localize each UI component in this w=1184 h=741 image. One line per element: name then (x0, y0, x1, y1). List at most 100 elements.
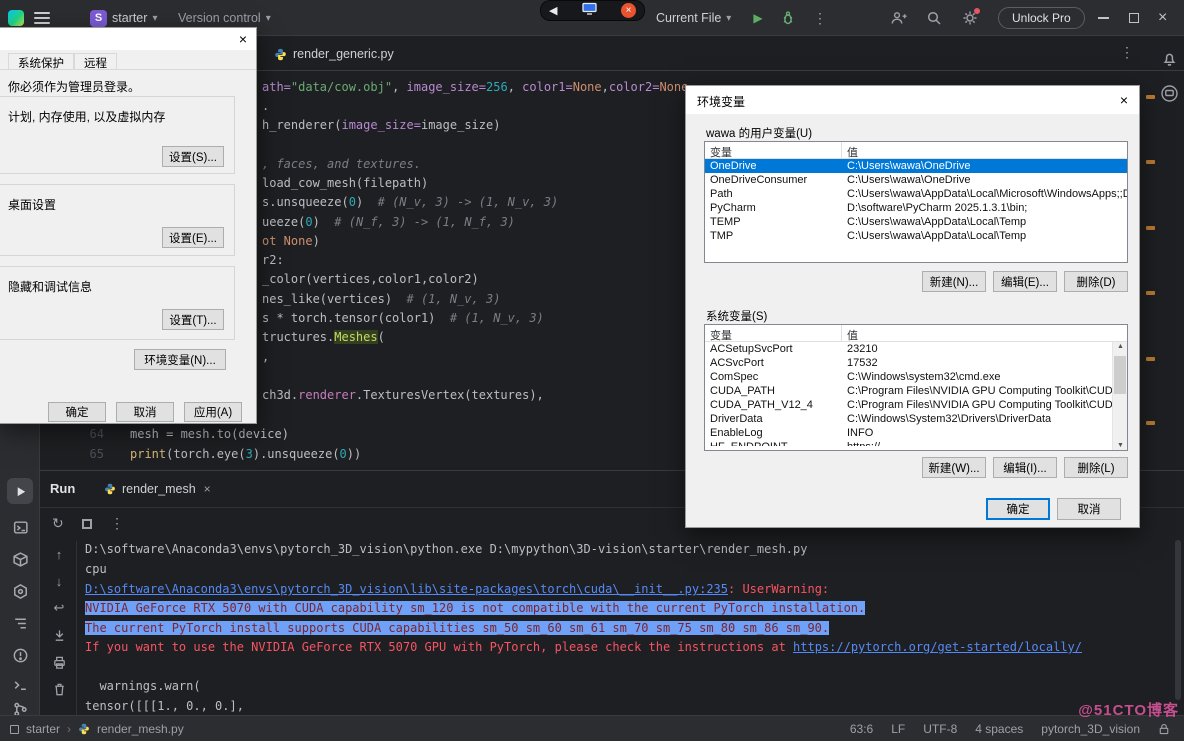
column-variable[interactable]: 变量 (705, 325, 842, 341)
tab-system-protection[interactable]: 系统保护 (8, 53, 74, 70)
run-tool-icon[interactable] (7, 478, 33, 504)
column-value[interactable]: 值 (842, 142, 1127, 158)
interpreter-widget[interactable]: pytorch_3D_vision (1041, 722, 1140, 736)
code-with-me-icon[interactable] (886, 7, 910, 29)
line-separator-widget[interactable]: LF (891, 722, 905, 736)
main-menu-icon[interactable] (34, 12, 50, 24)
env-var-name: TMP (705, 229, 842, 243)
console-line: If you want to use the NVIDIA GeForce RT… (85, 638, 1082, 658)
env-var-row[interactable]: DriverDataC:\Windows\System32\Drivers\Dr… (705, 412, 1112, 426)
error-stripe-mark[interactable] (1146, 226, 1155, 230)
terminal-icon[interactable] (7, 672, 33, 698)
apply-button[interactable]: 应用(A) (184, 402, 242, 422)
env-var-row[interactable]: PathC:\Users\wawa\AppData\Local\Microsof… (705, 187, 1127, 201)
breadcrumb-project[interactable]: starter (26, 722, 60, 736)
startup-text: 隐藏和调试信息 (8, 278, 92, 295)
project-widget[interactable]: S starter ▾ (84, 7, 163, 29)
env-var-name: CUDA_PATH (705, 384, 842, 398)
screen-capture-icon[interactable] (1160, 84, 1179, 108)
more-actions-icon[interactable]: ⋮ (808, 7, 832, 29)
scroll-up-icon[interactable]: ▲ (1113, 343, 1128, 350)
recorder-close-icon[interactable]: × (621, 3, 636, 18)
env-var-row[interactable]: OneDriveConsumerC:\Users\wawa\OneDrive (705, 173, 1127, 187)
table-scrollbar[interactable]: ▲ ▼ (1112, 342, 1127, 450)
env-var-name: PyCharm (705, 201, 842, 215)
window-close-button[interactable]: × (1158, 8, 1167, 28)
console-scrollbar[interactable] (1175, 540, 1181, 700)
error-stripe-mark[interactable] (1146, 95, 1155, 99)
env-var-value: C:\Windows\system32\cmd.exe (842, 370, 1112, 384)
ok-button[interactable]: 确定 (986, 498, 1050, 520)
cancel-button[interactable]: 取消 (116, 402, 174, 422)
tab-remote[interactable]: 远程 (74, 53, 117, 70)
vcs-label: Version control (178, 11, 261, 25)
env-var-row[interactable]: OneDriveC:\Users\wawa\OneDrive (705, 159, 1127, 173)
chevron-down-icon: ▾ (152, 13, 157, 24)
env-var-row[interactable]: ACSetupSvcPort23210 (705, 342, 1112, 356)
console-link[interactable]: D:\software\Anaconda3\envs\pytorch_3D_vi… (85, 582, 728, 596)
python-packages-icon[interactable] (7, 546, 33, 572)
debug-icon[interactable] (776, 7, 800, 29)
python-console-icon[interactable] (7, 514, 33, 540)
breadcrumb[interactable]: starter › render_mesh.py (10, 716, 184, 741)
column-variable[interactable]: 变量 (705, 142, 842, 158)
error-stripe-mark[interactable] (1146, 357, 1155, 361)
error-stripe-mark[interactable] (1146, 160, 1155, 164)
profiles-settings-button[interactable]: 设置(E)... (162, 227, 224, 248)
dialog-close-icon[interactable]: × (1111, 92, 1137, 108)
env-var-row[interactable]: TMPC:\Users\wawa\AppData\Local\Temp (705, 229, 1127, 243)
run-configuration-widget[interactable]: Current File ▾ (650, 7, 737, 29)
system-new-button[interactable]: 新建(W)... (922, 457, 986, 478)
dialog-close-icon[interactable]: × (234, 31, 252, 47)
recorder-screen-icon[interactable] (582, 2, 597, 20)
system-delete-button[interactable]: 删除(L) (1064, 457, 1128, 478)
env-var-value: C:\Users\wawa\AppData\Local\Temp (842, 215, 1127, 229)
maximize-button[interactable] (1129, 13, 1139, 23)
cancel-button[interactable]: 取消 (1057, 498, 1121, 520)
env-var-row[interactable]: HF_ENDPOINThttps://... (705, 440, 1112, 446)
run-button[interactable]: ▶ (746, 7, 770, 29)
python-file-icon (78, 723, 90, 735)
ok-button[interactable]: 确定 (48, 402, 106, 422)
user-edit-button[interactable]: 编辑(E)... (993, 271, 1057, 292)
env-var-row[interactable]: CUDA_PATHC:\Program Files\NVIDIA GPU Com… (705, 384, 1112, 398)
env-var-row[interactable]: ComSpecC:\Windows\system32\cmd.exe (705, 370, 1112, 384)
env-var-value: 23210 (842, 342, 1112, 356)
user-delete-button[interactable]: 删除(D) (1064, 271, 1128, 292)
system-edit-button[interactable]: 编辑(I)... (993, 457, 1057, 478)
encoding-widget[interactable]: UTF-8 (923, 722, 957, 736)
environment-variables-button[interactable]: 环境变量(N)... (134, 349, 226, 370)
scrollbar-thumb[interactable] (1114, 356, 1126, 394)
recorder-back-icon[interactable]: ◀ (549, 4, 557, 17)
services-icon[interactable] (7, 578, 33, 604)
notifications-bell-icon[interactable] (1161, 50, 1178, 72)
env-var-name: ComSpec (705, 370, 842, 384)
user-new-button[interactable]: 新建(N)... (922, 271, 986, 292)
unlock-pro-button[interactable]: Unlock Pro (998, 7, 1085, 29)
problems-icon[interactable] (7, 642, 33, 668)
env-var-value: C:\Windows\System32\Drivers\DriverData (842, 412, 1112, 426)
env-var-row[interactable]: TEMPC:\Users\wawa\AppData\Local\Temp (705, 215, 1127, 229)
settings-icon[interactable] (958, 7, 982, 29)
dialog-title-bar (686, 86, 1139, 114)
caret-position-widget[interactable]: 63:6 (850, 722, 873, 736)
error-stripe-mark[interactable] (1146, 421, 1155, 425)
minimize-button[interactable] (1098, 17, 1109, 19)
env-var-name: DriverData (705, 412, 842, 426)
breadcrumb-file[interactable]: render_mesh.py (97, 722, 184, 736)
column-value[interactable]: 值 (842, 325, 1127, 341)
env-var-row[interactable]: EnableLogINFO (705, 426, 1112, 440)
indent-widget[interactable]: 4 spaces (975, 722, 1023, 736)
lock-icon[interactable] (1158, 723, 1170, 735)
vcs-widget[interactable]: Version control ▾ (172, 7, 277, 29)
env-var-row[interactable]: PyCharmD:\software\PyCharm 2025.1.3.1\bi… (705, 201, 1127, 215)
env-var-row[interactable]: ACSvcPort17532 (705, 356, 1112, 370)
structure-icon[interactable] (7, 610, 33, 636)
startup-settings-button[interactable]: 设置(T)... (162, 309, 224, 330)
scroll-down-icon[interactable]: ▼ (1113, 442, 1128, 449)
env-var-row[interactable]: CUDA_PATH_V12_4C:\Program Files\NVIDIA G… (705, 398, 1112, 412)
console-link[interactable]: https://pytorch.org/get-started/locally/ (793, 640, 1082, 654)
performance-settings-button[interactable]: 设置(S)... (162, 146, 224, 167)
search-icon[interactable] (922, 7, 946, 29)
error-stripe-mark[interactable] (1146, 291, 1155, 295)
